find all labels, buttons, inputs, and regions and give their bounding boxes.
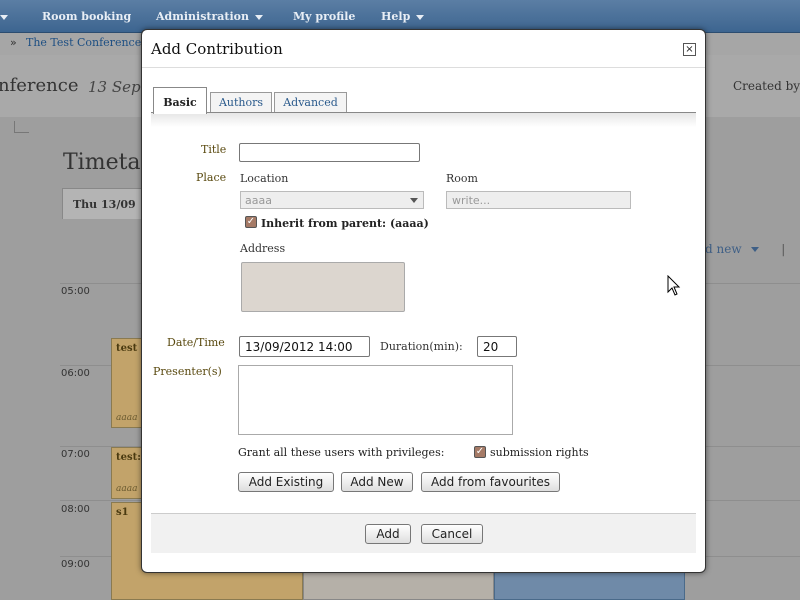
title-input[interactable]: [239, 143, 420, 162]
tab-shade: [151, 113, 696, 127]
breadcrumb-separator: »: [10, 36, 17, 49]
conference-title: nference: [0, 75, 79, 96]
nav-item-administration[interactable]: Administration: [156, 10, 264, 23]
created-by-label: Created by: [733, 79, 800, 93]
nav-item-my-profile[interactable]: My profile: [293, 10, 355, 23]
conference-date: 13 Sep: [88, 78, 141, 96]
inherit-label: Inherit from parent: (aaaa): [261, 217, 429, 230]
mouse-cursor-icon: [667, 275, 681, 296]
hour-label: 07:00: [61, 449, 90, 460]
timetable-block[interactable]: test aaaa: [111, 338, 143, 428]
chevron-down-icon: [255, 14, 264, 20]
cancel-button[interactable]: Cancel: [421, 524, 483, 544]
add-contribution-dialog: Add Contribution × Basic Authors Advance…: [141, 29, 706, 573]
inherit-checkbox[interactable]: ✓: [245, 216, 257, 228]
corner-decoration: [14, 121, 29, 133]
title-label: Title: [201, 143, 227, 156]
close-icon[interactable]: ×: [683, 43, 696, 56]
hour-label: 05:00: [61, 286, 90, 297]
nav-item-help[interactable]: Help: [381, 10, 425, 23]
timetable-block[interactable]: [303, 572, 494, 600]
submission-rights-label: submission rights: [490, 446, 589, 459]
nav-item-room-booking[interactable]: Room booking: [42, 10, 131, 23]
add-new-button[interactable]: Add New: [341, 472, 413, 492]
day-tab-thu[interactable]: Thu 13/09: [62, 188, 152, 219]
tab-authors[interactable]: Authors: [210, 92, 272, 113]
address-label: Address: [240, 242, 286, 255]
timetable-block[interactable]: [494, 572, 685, 600]
room-input[interactable]: write...: [446, 191, 631, 209]
location-label: Location: [240, 172, 289, 185]
hour-label: 09:00: [61, 559, 90, 570]
location-select[interactable]: aaaa: [240, 191, 424, 209]
title-divider: [142, 67, 705, 68]
presenter-list[interactable]: [238, 365, 513, 435]
presenters-label: Presenter(s): [153, 365, 222, 378]
hour-label: 06:00: [61, 368, 90, 379]
dialog-title: Add Contribution: [151, 40, 283, 58]
address-textarea[interactable]: [241, 262, 405, 312]
submission-rights-checkbox[interactable]: ✓: [474, 446, 486, 458]
tab-advanced[interactable]: Advanced: [274, 92, 347, 113]
timetable-heading: Timeta: [63, 150, 141, 175]
add-button[interactable]: Add: [365, 524, 411, 544]
location-select-value: aaaa: [245, 194, 272, 207]
block-title: test: [116, 343, 138, 354]
block-title: test:: [116, 452, 141, 463]
datetime-input[interactable]: [239, 336, 370, 357]
tab-basic[interactable]: Basic: [153, 87, 207, 114]
breadcrumb-conference-link[interactable]: The Test Conference: [26, 36, 141, 49]
hour-label: 08:00: [61, 504, 90, 515]
day-tab-label: Thu 13/09: [73, 198, 136, 211]
block-title: s1: [116, 507, 129, 518]
chevron-down-icon: [0, 14, 8, 20]
duration-input[interactable]: [477, 336, 517, 357]
timetable-block[interactable]: test: aaaa: [111, 447, 143, 499]
nav-item-label: Help: [381, 10, 411, 23]
action-divider: |: [781, 242, 786, 256]
nav-item-label: Administration: [156, 10, 250, 23]
room-label: Room: [446, 172, 478, 185]
chevron-down-icon: [410, 198, 418, 203]
dialog-footer: Add Cancel: [151, 513, 696, 553]
datetime-label: Date/Time: [167, 336, 225, 349]
timetable-actions: d new |: [705, 242, 785, 256]
add-new-menu[interactable]: d new: [705, 242, 742, 256]
add-from-favourites-button[interactable]: Add from favourites: [421, 472, 560, 492]
nav-menu-caret[interactable]: [0, 10, 8, 23]
chevron-down-icon: [751, 247, 760, 252]
block-subtitle: aaaa: [116, 484, 138, 494]
place-label: Place: [196, 171, 227, 184]
chevron-down-icon: [416, 14, 425, 20]
block-subtitle: aaaa: [116, 413, 138, 423]
duration-label: Duration(min):: [380, 340, 463, 353]
add-existing-button[interactable]: Add Existing: [238, 472, 334, 492]
grant-privileges-label: Grant all these users with privileges:: [238, 446, 445, 459]
